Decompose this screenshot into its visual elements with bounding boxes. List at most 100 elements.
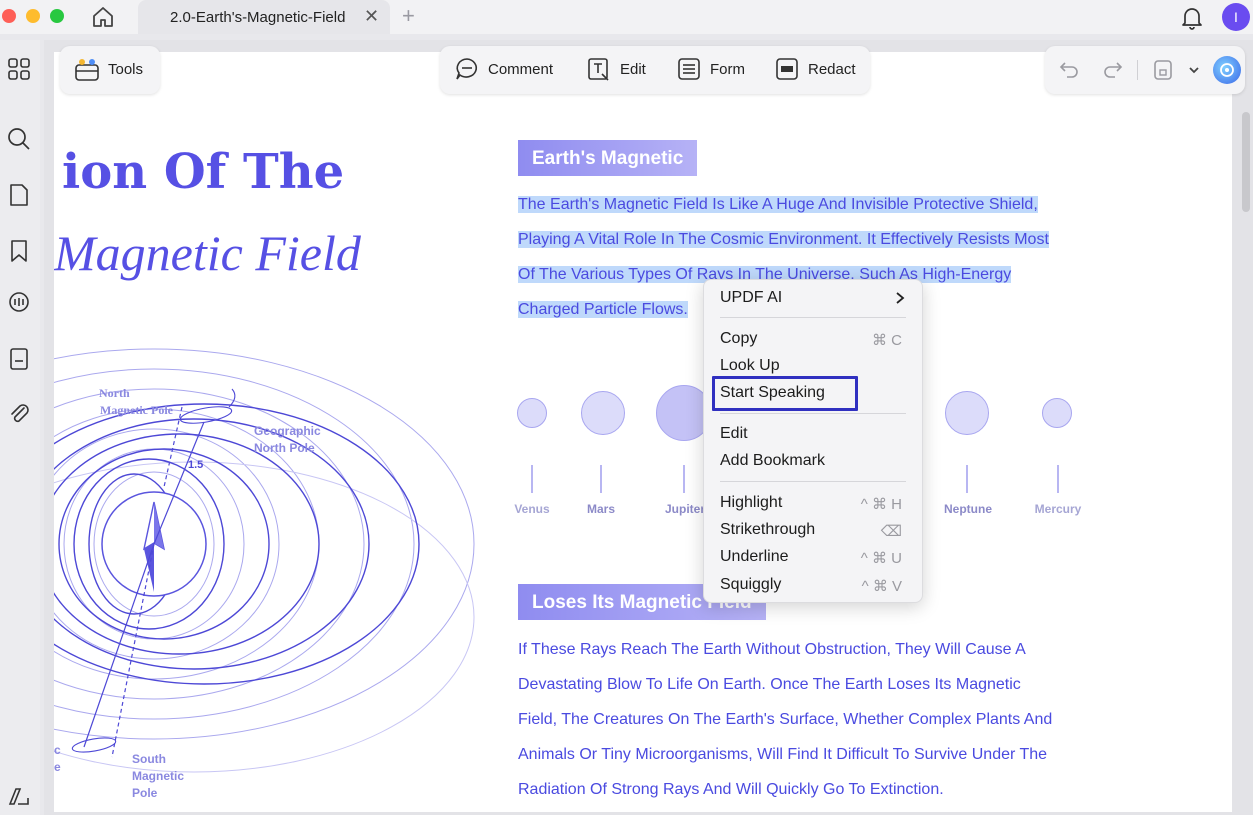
tools-label: Tools xyxy=(108,61,144,78)
new-tab-button[interactable]: + xyxy=(402,3,415,29)
planet-divider-line xyxy=(600,465,602,493)
planet-label-neptune: Neptune xyxy=(944,502,992,516)
edit-button[interactable]: Edit xyxy=(586,56,656,84)
south-magnetic-pole-label: South xyxy=(132,752,166,766)
main-toolbar: Comment Edit Form Redact xyxy=(440,46,870,94)
planet-venus-circle xyxy=(517,398,547,428)
ai-assistant-icon xyxy=(1220,63,1234,77)
menu-item-highlight[interactable]: Highlight xyxy=(720,494,782,512)
planet-mercury-circle xyxy=(1042,398,1072,428)
bell-icon[interactable] xyxy=(1180,4,1204,30)
paragraph-line: Animals Or Tiny Microorganisms, Will Fin… xyxy=(518,746,1048,763)
bookmark-icon[interactable] xyxy=(6,238,32,264)
form-button[interactable]: Form xyxy=(676,56,752,84)
south-magnetic-pole-label-2: Magnetic xyxy=(132,769,184,783)
toolbox-icon xyxy=(75,59,99,81)
tab-close-icon[interactable]: ✕ xyxy=(364,6,379,27)
redact-icon xyxy=(776,58,798,80)
comment-label: Comment xyxy=(488,61,554,78)
planet-divider-line xyxy=(1057,465,1059,493)
search-icon[interactable] xyxy=(6,126,32,152)
geographic-north-label: Geographic xyxy=(254,424,321,438)
copy-shortcut: ⌘ C xyxy=(872,332,902,349)
menu-item-look-up[interactable]: Look Up xyxy=(720,357,780,375)
menu-item-add-bookmark[interactable]: Add Bookmark xyxy=(720,452,825,470)
context-menu: UPDF AI Copy ⌘ C Look Up Start Speaking … xyxy=(703,279,923,603)
save-icon[interactable] xyxy=(1151,58,1175,82)
minimize-window-button[interactable] xyxy=(26,9,40,23)
underline-shortcut: ^ ⌘ U xyxy=(860,550,902,567)
close-window-button[interactable] xyxy=(2,9,16,23)
thumbnails-icon[interactable] xyxy=(6,56,32,82)
planet-label-venus: Venus xyxy=(514,502,550,516)
paragraph-line: Devastating Blow To Life On Earth. Once … xyxy=(518,676,1021,693)
comment-button[interactable]: Comment xyxy=(454,56,564,84)
form-icon xyxy=(678,58,700,80)
menu-separator xyxy=(720,481,906,482)
section2-paragraph[interactable]: If These Rays Reach The Earth Without Ob… xyxy=(518,632,1078,807)
menu-item-start-speaking[interactable]: Start Speaking xyxy=(720,384,825,402)
avatar[interactable]: I xyxy=(1222,3,1250,31)
selected-text-line[interactable]: Charged Particle Flows. xyxy=(518,301,688,318)
menu-item-underline[interactable]: Underline xyxy=(720,548,788,566)
planet-neptune-circle xyxy=(945,391,989,435)
page-icon[interactable] xyxy=(6,182,32,208)
paperclip-icon[interactable] xyxy=(6,400,32,426)
undo-icon[interactable] xyxy=(1057,58,1081,82)
updf-ai-icon[interactable] xyxy=(1213,56,1241,84)
squiggly-shortcut: ^ ⌘ V xyxy=(861,578,902,595)
menu-separator xyxy=(720,413,906,414)
geographic-north-label-2: North Pole xyxy=(254,441,315,455)
chevron-down-icon[interactable] xyxy=(1182,58,1206,82)
magnetic-field-diagram: North Magnetic Pole Geographic North Pol… xyxy=(54,348,475,800)
section-heading-earths-magnetic: Earth's Magnetic xyxy=(518,140,698,176)
planet-divider-line xyxy=(683,465,685,493)
redact-button[interactable]: Redact xyxy=(774,56,864,84)
paragraph-line: Field, The Creatures On The Earth's Surf… xyxy=(518,711,1053,728)
south-magnetic-pole-label-3: Pole xyxy=(132,786,158,800)
chevron-right-icon xyxy=(896,292,905,304)
toolbar-divider xyxy=(1137,60,1138,80)
tab-title: 2.0-Earth's-Magnetic-Field xyxy=(170,9,346,26)
comments-icon[interactable] xyxy=(6,290,32,316)
highlight-shortcut: ^ ⌘ H xyxy=(860,496,902,513)
planet-label-mars: Mars xyxy=(586,502,615,516)
attachment-file-icon[interactable] xyxy=(6,346,32,372)
selected-text-line[interactable]: The Earth's Magnetic Field Is Like A Hug… xyxy=(518,196,1038,213)
document-tab[interactable]: 2.0-Earth's-Magnetic-Field ✕ xyxy=(138,0,390,34)
north-magnetic-pole-label: North xyxy=(99,386,130,400)
redact-label: Redact xyxy=(808,61,856,78)
vertical-scrollbar[interactable] xyxy=(1242,112,1250,212)
planet-label-mercury: Mercury xyxy=(1034,502,1082,516)
pdf-page: ion Of The Magnetic Field North Magnetic… xyxy=(54,52,1232,812)
strikethrough-shortcut: ⌫ xyxy=(880,523,902,540)
angle-label: 1.5 xyxy=(188,459,203,471)
menu-separator xyxy=(720,317,906,318)
left-sidebar xyxy=(0,40,40,815)
paragraph-line: If These Rays Reach The Earth Without Ob… xyxy=(518,641,1026,658)
form-label: Form xyxy=(710,61,745,78)
home-icon[interactable] xyxy=(90,4,116,30)
planet-divider-line xyxy=(966,465,968,493)
edit-label: Edit xyxy=(620,61,646,78)
right-toolbar xyxy=(1045,46,1245,94)
zoom-window-button[interactable] xyxy=(50,9,64,23)
menu-item-copy[interactable]: Copy xyxy=(720,330,757,348)
layers-icon[interactable] xyxy=(6,784,32,810)
geographic-south-fragment: c xyxy=(54,743,61,757)
planet-mars-circle xyxy=(581,391,625,435)
redo-icon[interactable] xyxy=(1101,58,1125,82)
menu-item-strikethrough[interactable]: Strikethrough xyxy=(720,521,815,539)
selected-text-line[interactable]: Playing A Vital Role In The Cosmic Envir… xyxy=(518,231,1049,248)
menu-item-squiggly[interactable]: Squiggly xyxy=(720,576,781,594)
title-bar: 2.0-Earth's-Magnetic-Field ✕ + I xyxy=(0,0,1253,34)
menu-item-edit[interactable]: Edit xyxy=(720,425,748,443)
tools-button[interactable]: Tools xyxy=(60,46,160,94)
menu-item-updf-ai[interactable]: UPDF AI xyxy=(720,289,782,307)
comment-icon xyxy=(456,58,478,80)
planet-divider-line xyxy=(531,465,533,493)
edit-text-icon xyxy=(588,58,609,81)
geographic-south-fragment-2: e xyxy=(54,760,61,774)
north-magnetic-pole-label-2: Magnetic Pole xyxy=(100,403,174,417)
paragraph-line: Radiation Of Strong Rays And Will Quickl… xyxy=(518,781,944,798)
